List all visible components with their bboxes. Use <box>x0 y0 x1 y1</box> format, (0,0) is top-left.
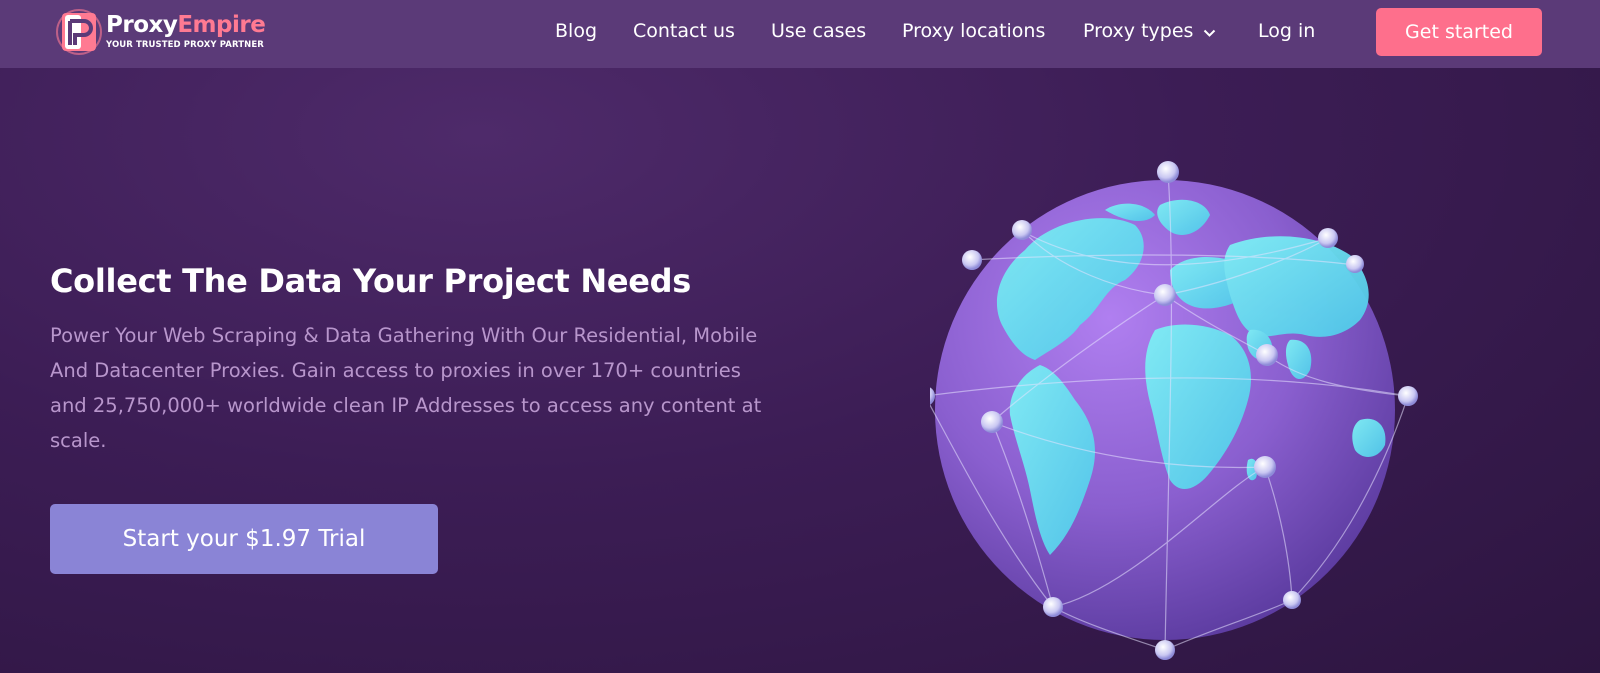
nav-link-proxy-types[interactable]: Proxy types <box>1083 20 1216 43</box>
nav-link-proxy-locations[interactable]: Proxy locations <box>902 20 1045 42</box>
globe-network-illustration <box>915 160 1450 670</box>
nav-links: Blog Contact us Use cases Proxy location… <box>0 0 1600 68</box>
get-started-button[interactable]: Get started <box>1376 8 1542 56</box>
start-trial-button[interactable]: Start your $1.97 Trial <box>50 504 438 574</box>
nav-link-proxy-types-label: Proxy types <box>1083 20 1194 42</box>
nav-link-use-cases[interactable]: Use cases <box>771 20 866 42</box>
top-navbar: ProxyEmpire YOUR TRUSTED PROXY PARTNER B… <box>0 0 1600 68</box>
hero-description: Power Your Web Scraping & Data Gathering… <box>50 324 762 452</box>
nav-link-log-in[interactable]: Log in <box>1258 20 1315 42</box>
nav-link-contact-us[interactable]: Contact us <box>633 20 735 42</box>
nav-link-blog[interactable]: Blog <box>555 20 597 42</box>
hero-title: Collect The Data Your Project Needs <box>50 262 692 300</box>
chevron-down-icon <box>1203 21 1216 43</box>
